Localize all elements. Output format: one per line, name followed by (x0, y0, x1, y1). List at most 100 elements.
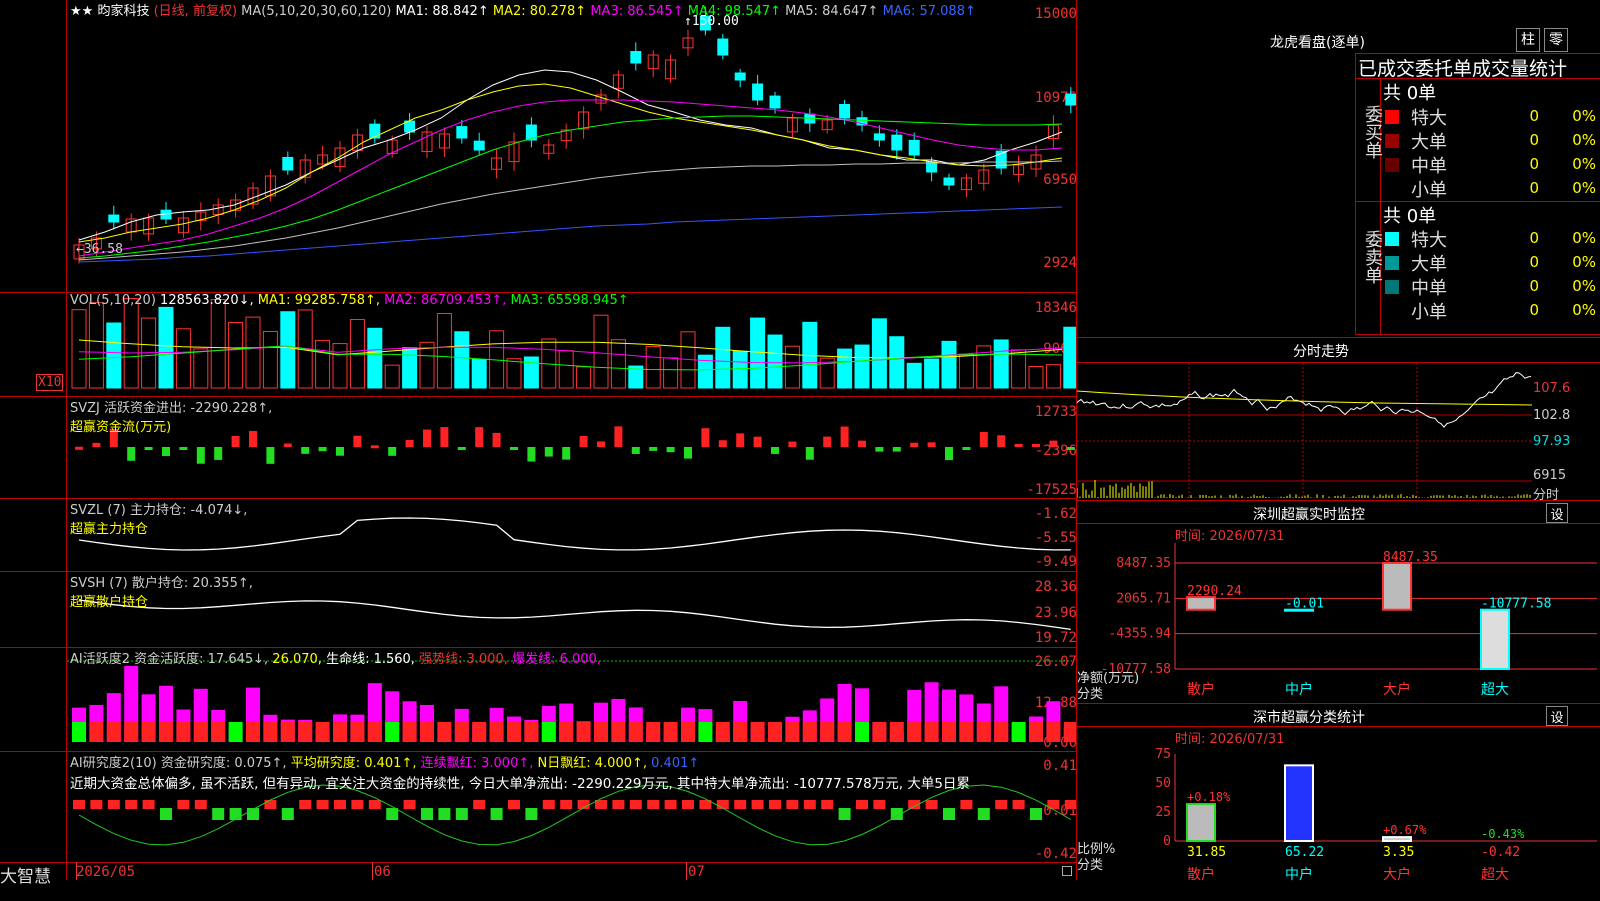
svzj-bar (614, 426, 623, 447)
vol-value: 128563.820↓, (160, 293, 254, 308)
bar-value-label: -10777.58 (1481, 597, 1551, 612)
zero-toggle-button[interactable]: 零 (1544, 28, 1568, 52)
svzj-bar (266, 447, 275, 464)
ai-res-bar (508, 800, 520, 809)
svzj-bar (231, 435, 240, 447)
intraday-panel[interactable]: 分时走势 107.6 102.8 97.93 6915 分时 (1077, 337, 1600, 503)
ai-res-bar (316, 800, 329, 809)
ai-act-base (907, 722, 922, 742)
ai-res-bar (542, 800, 555, 809)
ai-res-v4: N日飘红: 4.000↑, (537, 756, 648, 771)
ai-res-bar (455, 808, 468, 820)
svzj-bar (579, 436, 588, 447)
svzj-bar (162, 447, 170, 457)
svzj-bar (979, 431, 988, 447)
svzj-bar (840, 426, 849, 447)
svzj-bar (701, 428, 710, 447)
ai-res-bar (943, 808, 955, 820)
vol-bar (558, 350, 574, 389)
ai-act-base (141, 722, 156, 742)
ai-res-bar (142, 800, 155, 809)
svzj-bar (684, 447, 692, 459)
ai-res-bar (838, 808, 851, 820)
svzj-bar (997, 435, 1006, 447)
intraday-svg[interactable] (1077, 363, 1600, 501)
y-tick-label: 0 (1163, 834, 1171, 849)
ai-act-base (785, 722, 800, 742)
candle (282, 156, 294, 171)
ai-act-base (280, 722, 295, 742)
vol-bar (106, 322, 122, 389)
ai-act-base (559, 722, 574, 742)
svzj-bar (945, 447, 953, 461)
svzj-bar (75, 446, 83, 450)
ai-res-bar (368, 800, 381, 809)
ai-res-bar (107, 800, 120, 809)
ai-res-bar (73, 800, 85, 809)
low-annotation: ←36.58 (76, 242, 123, 257)
candle (473, 140, 485, 151)
ai-act-base (1063, 722, 1076, 742)
price-legend: ★★ 昀家科技 (日线, 前复权) MA(5,10,20,30,60,120) … (70, 0, 976, 19)
main-chart-area[interactable]: 15000 10975 6950 2924 18346 9060 X10 127… (0, 0, 1077, 887)
svzj-bar (927, 442, 936, 447)
vol-ma-line (78, 345, 1063, 364)
y-tick-label: 50 (1155, 776, 1171, 791)
lhb-title: 龙虎看盘(逐单) (1270, 35, 1365, 51)
ai-act-base (576, 722, 591, 742)
ai-act-base (350, 722, 365, 742)
buy-row: 特大 0 0% (1381, 104, 1596, 129)
ai-res-bar (995, 800, 1008, 809)
ai-res-bar (473, 800, 486, 809)
candle (717, 38, 729, 56)
vol-bar (941, 340, 957, 389)
candle (839, 104, 851, 119)
svzj-bar (875, 447, 884, 452)
svsh-title: SVSH (7) 散户持仓: 20.355↑, (70, 576, 253, 591)
ma-value: MA1: 88.842↑ (395, 4, 489, 19)
vol-bar (193, 348, 209, 389)
ai-act-base (924, 722, 939, 742)
ai-res-bar (803, 800, 816, 809)
vol-bar (454, 331, 470, 389)
ai-act-base (298, 722, 313, 742)
vol-bar (993, 339, 1009, 389)
vol-ma2: MA2: 86709.453↑, (384, 293, 507, 308)
ma-params: MA(5,10,20,30,60,120) (241, 4, 392, 19)
svzj-bar (196, 447, 205, 464)
vol-bar (958, 353, 974, 389)
ai-act-base (715, 722, 730, 742)
y-tick-label: -4355.94 (1108, 627, 1171, 642)
candle (1065, 93, 1076, 106)
vol-bar (262, 330, 278, 389)
vol-bar (419, 341, 435, 389)
lock-icon[interactable] (1062, 866, 1072, 876)
intraday-tick: 97.93 (1533, 434, 1571, 449)
ai-act-base (246, 722, 260, 742)
ai-act-base (315, 722, 330, 742)
stock-name[interactable]: 昀家科技 (97, 4, 149, 19)
svzj-bar (127, 447, 136, 461)
swatch (1385, 110, 1399, 124)
change-label: +0.67% (1383, 823, 1427, 837)
ai-res-bar (438, 808, 451, 820)
date-tick: 06 (374, 864, 391, 880)
ai-act-base (855, 722, 869, 742)
candle (943, 177, 955, 186)
ai-res-bar (403, 800, 416, 809)
y-tick-label: 75 (1155, 747, 1171, 762)
ai-act-base (176, 722, 191, 742)
ai-res-bar (629, 800, 642, 809)
svzj-bar (1014, 443, 1023, 447)
ma-value: MA2: 80.278↑ (492, 4, 587, 19)
ai-act-base (72, 722, 86, 742)
svzj-bar (1032, 443, 1040, 447)
ai-act-base (385, 722, 400, 742)
ai-res-bar (769, 800, 781, 809)
bar-toggle-button[interactable]: 柱 (1516, 28, 1540, 52)
category-label: 大户 (1383, 681, 1411, 698)
net-bar (1382, 562, 1412, 611)
vol-bar (1045, 364, 1061, 389)
vol-bar (332, 343, 348, 389)
ai-res-bar (212, 808, 225, 820)
